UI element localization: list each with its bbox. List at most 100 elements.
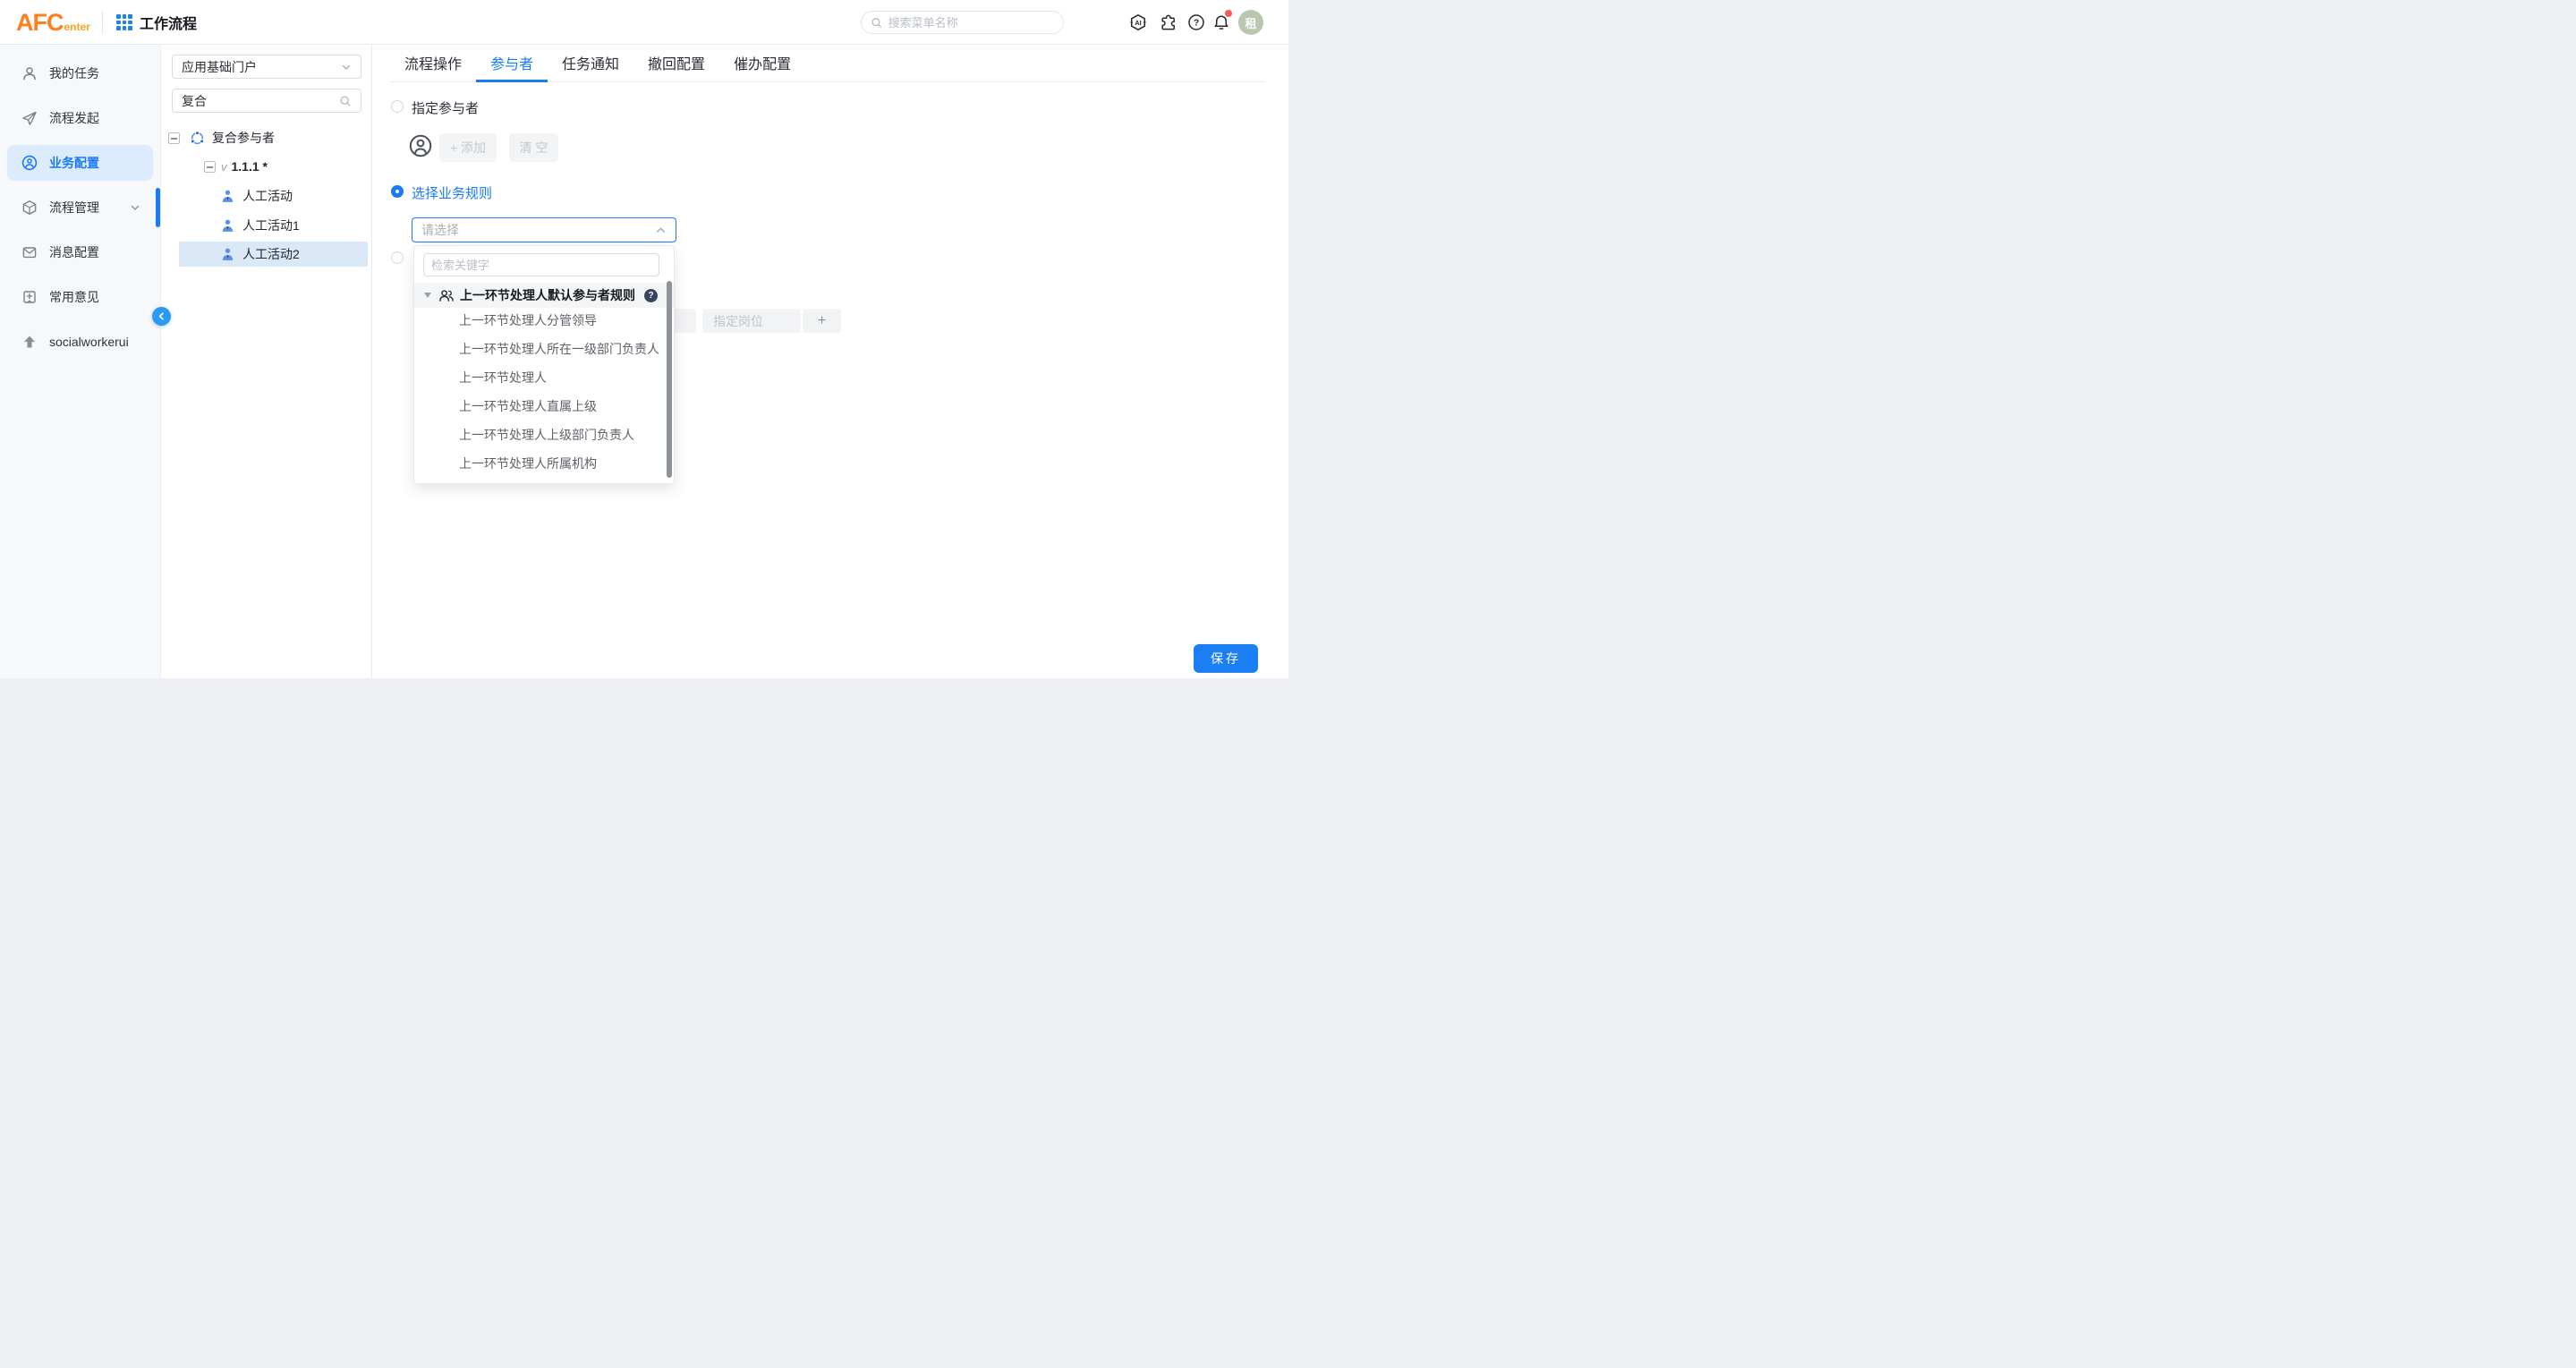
- main-content: 流程操作 参与者 任务通知 撤回配置 催办配置 指定参与者 + 添加 清 空 选…: [372, 45, 1288, 678]
- tree-checkbox[interactable]: [204, 161, 216, 173]
- sidebar-item-label: 我的任务: [49, 64, 99, 82]
- tree-node-label: 1.1.1 *: [232, 159, 268, 174]
- rule-dropdown-panel: 上一环节处理人默认参与者规则 ? 上一环节处理人分管领导 上一环节处理人所在一级…: [413, 245, 675, 484]
- tab-withdraw-config[interactable]: 撤回配置: [633, 45, 719, 82]
- sidebar-item-process-start[interactable]: 流程发起: [7, 100, 153, 136]
- tree-checkbox[interactable]: [168, 132, 180, 144]
- tab-participant[interactable]: 参与者: [476, 45, 548, 82]
- send-icon: [21, 110, 38, 126]
- active-item-indicator: [156, 188, 160, 227]
- sidebar-item-message-config[interactable]: 消息配置: [7, 234, 153, 270]
- arrow-up-icon: [21, 334, 38, 350]
- add-participant-button[interactable]: + 添加: [439, 133, 497, 162]
- rule-option[interactable]: 上一环节处理人所属机构: [414, 449, 665, 478]
- sidebar-item-socialworkerui[interactable]: socialworkerui: [7, 324, 153, 360]
- svg-text:AI: AI: [1135, 19, 1142, 27]
- chevron-up-icon: [655, 225, 667, 236]
- tree-node-label: 人工活动: [242, 187, 293, 205]
- assign-post-placeholder: 指定岗位: [713, 312, 763, 330]
- cube-icon: [21, 200, 38, 216]
- rule-option[interactable]: 上一环节处理人分管领导: [414, 306, 665, 335]
- tab-task-notify[interactable]: 任务通知: [548, 45, 633, 82]
- plus-icon: +: [818, 313, 826, 329]
- tab-process-operation[interactable]: 流程操作: [390, 45, 476, 82]
- help-icon[interactable]: ?: [1187, 13, 1205, 31]
- save-button[interactable]: 保存: [1194, 644, 1258, 673]
- radio-select-business-rule[interactable]: [391, 185, 404, 198]
- chevron-down-icon: [341, 62, 352, 72]
- sidebar-item-business-config[interactable]: 业务配置: [7, 145, 153, 181]
- sidebar: 我的任务 流程发起 业务配置 流程管理: [0, 45, 161, 678]
- menu-search-input[interactable]: [888, 16, 1054, 30]
- dropdown-scrollbar[interactable]: [667, 281, 672, 478]
- person-activity-icon: [220, 247, 235, 262]
- avatar[interactable]: 租: [1238, 10, 1263, 35]
- app-grid-icon[interactable]: [116, 14, 132, 30]
- tree-node-label: 人工活动2: [242, 245, 300, 263]
- rule-option[interactable]: 上一环节处理人直属上级: [414, 392, 665, 421]
- app-portal-select[interactable]: 应用基础门户: [172, 55, 361, 79]
- sidebar-item-common-opinions[interactable]: 常用意见: [7, 279, 153, 315]
- app-portal-select-value: 应用基础门户: [182, 58, 341, 76]
- notifications-icon[interactable]: [1212, 13, 1230, 31]
- caret-down-icon: [424, 293, 431, 298]
- notification-dot: [1225, 10, 1232, 17]
- sidebar-item-label: 流程发起: [49, 109, 99, 127]
- rule-option[interactable]: 上一环节处理人: [414, 363, 665, 392]
- menu-search-box[interactable]: [861, 11, 1064, 34]
- rule-option[interactable]: 上一环节处理人上级部门负责人: [414, 421, 665, 449]
- sidebar-item-label: socialworkerui: [49, 335, 129, 349]
- sidebar-item-my-tasks[interactable]: 我的任务: [7, 55, 153, 91]
- sidebar-item-label: 消息配置: [49, 243, 99, 261]
- process-tree-panel: 应用基础门户 复合参与者 v 1.1.1: [161, 45, 372, 678]
- add-post-button[interactable]: +: [803, 309, 841, 333]
- rule-group-header[interactable]: 上一环节处理人默认参与者规则 ?: [414, 283, 675, 308]
- version-prefix: v: [221, 160, 227, 174]
- tab-urge-config[interactable]: 催办配置: [719, 45, 805, 82]
- tree-search-box[interactable]: [172, 89, 361, 113]
- logo-brand-text: AFC: [16, 6, 64, 38]
- sidebar-item-label: 业务配置: [49, 154, 99, 172]
- tree-search-input[interactable]: [182, 94, 339, 108]
- svg-text:?: ?: [1194, 19, 1199, 29]
- business-rule-label: 选择业务规则: [412, 183, 492, 202]
- tree-node-activity-selected[interactable]: 人工活动2: [179, 242, 368, 267]
- chevron-left-icon: [157, 311, 166, 321]
- sidebar-collapse-button[interactable]: [152, 307, 171, 326]
- search-icon: [871, 16, 883, 30]
- tree-node-composite-participant[interactable]: 复合参与者: [168, 125, 275, 150]
- search-icon: [339, 95, 352, 107]
- radio-assign-participant[interactable]: [391, 100, 404, 113]
- tree-node-label: 复合参与者: [212, 129, 275, 147]
- afcenter-logo: AFC enter: [16, 6, 90, 38]
- business-rule-select[interactable]: 请选择: [412, 217, 676, 242]
- rule-dropdown-search-input[interactable]: [431, 259, 651, 272]
- composite-participant-icon: [190, 131, 205, 146]
- participant-person-icon: [409, 134, 432, 157]
- sidebar-item-process-manage[interactable]: 流程管理: [7, 190, 153, 225]
- ai-assistant-icon[interactable]: AI: [1129, 13, 1147, 31]
- plugin-icon[interactable]: [1160, 13, 1177, 31]
- rule-select-placeholder: 请选择: [421, 221, 655, 239]
- logo-suffix-text: enter: [64, 21, 90, 33]
- header-divider: [102, 11, 103, 34]
- config-tabs: 流程操作 参与者 任务通知 撤回配置 催办配置: [390, 45, 1265, 82]
- app-header: AFC enter 工作流程 AI: [0, 0, 1288, 45]
- clear-participant-button[interactable]: 清 空: [509, 133, 558, 162]
- tree-node-activity[interactable]: 人工活动1: [220, 213, 300, 238]
- note-add-icon: [21, 289, 38, 305]
- tree-node-activity[interactable]: 人工活动: [220, 183, 293, 208]
- tree-node-version[interactable]: v 1.1.1 *: [204, 154, 268, 179]
- tree-node-label: 人工活动1: [242, 217, 300, 234]
- page-title: 工作流程: [140, 0, 197, 45]
- help-badge-icon[interactable]: ?: [644, 289, 658, 302]
- assign-post-input[interactable]: 指定岗位: [702, 309, 801, 333]
- person-activity-icon: [220, 189, 235, 204]
- sidebar-item-label: 常用意见: [49, 288, 99, 306]
- rule-dropdown-search-box[interactable]: [423, 253, 659, 276]
- rule-option[interactable]: 上一环节处理人所在一级部门负责人: [414, 335, 665, 363]
- sidebar-item-label: 流程管理: [49, 199, 99, 217]
- avatar-text: 租: [1245, 14, 1256, 31]
- radio-hidden-option[interactable]: [391, 251, 404, 264]
- person-activity-icon: [220, 218, 235, 234]
